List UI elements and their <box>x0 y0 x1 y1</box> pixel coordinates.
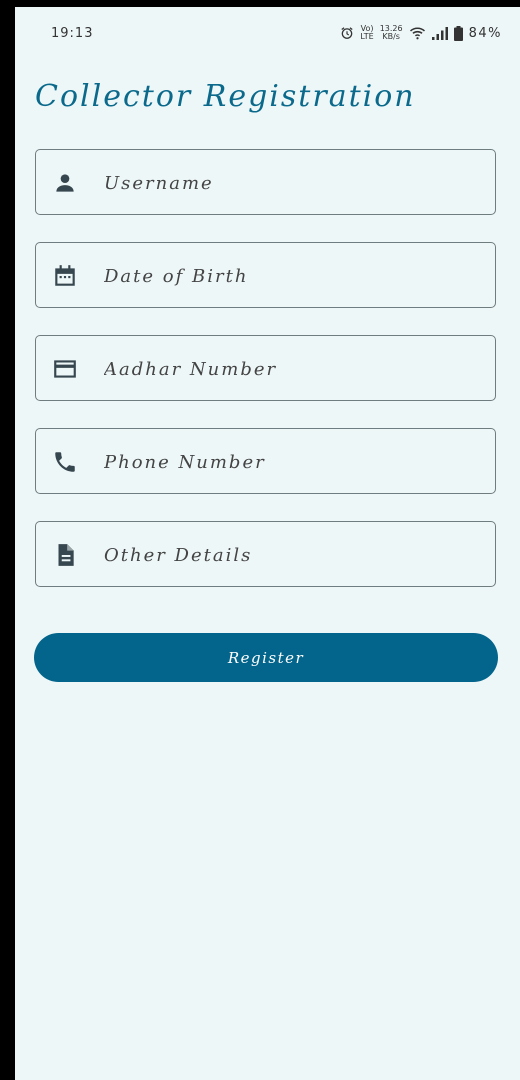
network-speed: 13.26 KB/s <box>379 24 403 41</box>
other-details-field[interactable] <box>35 521 496 587</box>
document-icon <box>58 544 74 566</box>
person-icon <box>56 174 74 192</box>
other-details-input[interactable] <box>102 532 486 578</box>
register-button[interactable]: Register <box>34 633 498 682</box>
battery-icon <box>453 25 463 41</box>
date-of-birth-field[interactable] <box>35 242 496 308</box>
status-time: 19:13 <box>51 26 94 41</box>
credit-card-icon <box>54 360 76 378</box>
wifi-icon <box>409 27 425 40</box>
username-input[interactable] <box>102 160 486 206</box>
alarm-icon <box>341 27 354 39</box>
username-field[interactable] <box>35 149 496 215</box>
aadhar-number-field[interactable] <box>35 335 496 401</box>
status-bar: 19:13 Vo) LTE 13.26 KB/s 84% <box>15 7 520 47</box>
signal-icon <box>431 26 448 40</box>
volte-indicator: Vo) LTE <box>360 24 374 41</box>
phone-icon <box>55 452 75 472</box>
page-title: Collector Registration <box>35 79 416 114</box>
status-icons: Vo) LTE 13.26 KB/s 84% <box>340 25 502 41</box>
battery-percent: 84% <box>468 25 502 41</box>
phone-number-field[interactable] <box>35 428 496 494</box>
calendar-icon <box>55 265 75 286</box>
app-screen: 19:13 Vo) LTE 13.26 KB/s 84% Collector R… <box>15 7 520 1080</box>
aadhar-number-input[interactable] <box>102 346 486 392</box>
date-of-birth-input[interactable] <box>102 253 486 299</box>
phone-number-input[interactable] <box>102 439 486 485</box>
